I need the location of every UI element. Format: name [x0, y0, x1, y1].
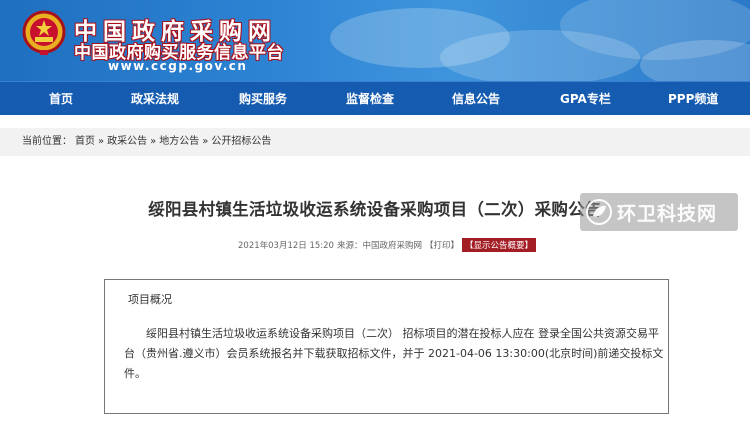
nav-item-purchase-services[interactable]: 购买服务 — [239, 82, 287, 116]
nav-item-supervision[interactable]: 监督检查 — [346, 82, 394, 116]
breadcrumb-separator: » — [150, 136, 157, 147]
breadcrumb: 当前位置： 首页 » 政采公告 » 地方公告 » 公开招标公告 — [22, 128, 271, 156]
leaf-logo-icon — [586, 199, 612, 225]
nav-item-regulations[interactable]: 政采法规 — [131, 82, 179, 116]
breadcrumb-item-local[interactable]: 地方公告 — [159, 128, 199, 156]
overview-heading: 项目概况 — [128, 293, 172, 306]
breadcrumb-prefix: 当前位置： — [22, 136, 72, 147]
national-emblem-icon[interactable] — [22, 10, 66, 56]
publish-date: 2021年03月12日 15:20 — [238, 241, 334, 251]
show-summary-button[interactable]: 【显示公告概要】 — [462, 238, 537, 252]
breadcrumb-item-home[interactable]: 首页 — [75, 128, 95, 156]
breadcrumb-item-procurement[interactable]: 政采公告 — [107, 128, 147, 156]
nav-item-gpa[interactable]: GPA专栏 — [560, 82, 611, 116]
nav-item-home[interactable]: 首页 — [49, 82, 73, 116]
nav-item-ppp[interactable]: PPP频道 — [668, 82, 718, 116]
breadcrumb-separator: » — [202, 136, 209, 147]
site-url: www.ccgp.gov.cn — [108, 59, 248, 73]
project-overview-box: 项目概况 绥阳县村镇生活垃圾收运系统设备采购项目（二次） 招标项目的潜在投标人应… — [104, 279, 669, 414]
article-meta: 2021年03月12日 15:20 来源：中国政府采购网 【打印】 【显示公告概… — [238, 238, 537, 252]
nav-item-announcements[interactable]: 信息公告 — [452, 82, 500, 116]
site-header: 中国政府采购网 中国政府购买服务信息平台 www.ccgp.gov.cn — [0, 0, 750, 81]
watermark: 环卫科技网 — [580, 193, 738, 231]
watermark-text: 环卫科技网 — [617, 202, 718, 225]
breadcrumb-separator: » — [98, 136, 105, 147]
main-nav: 首页 政采法规 购买服务 监督检查 信息公告 GPA专栏 PPP频道 — [0, 81, 750, 115]
breadcrumb-bar: 当前位置： 首页 » 政采公告 » 地方公告 » 公开招标公告 — [0, 128, 750, 156]
breadcrumb-item-open-tender[interactable]: 公开招标公告 — [211, 128, 271, 156]
overview-body: 绥阳县村镇生活垃圾收运系统设备采购项目（二次） 招标项目的潜在投标人应在 登录全… — [124, 327, 664, 380]
article-source: 来源：中国政府采购网 — [336, 241, 422, 251]
print-link[interactable]: 【打印】 — [425, 239, 459, 251]
